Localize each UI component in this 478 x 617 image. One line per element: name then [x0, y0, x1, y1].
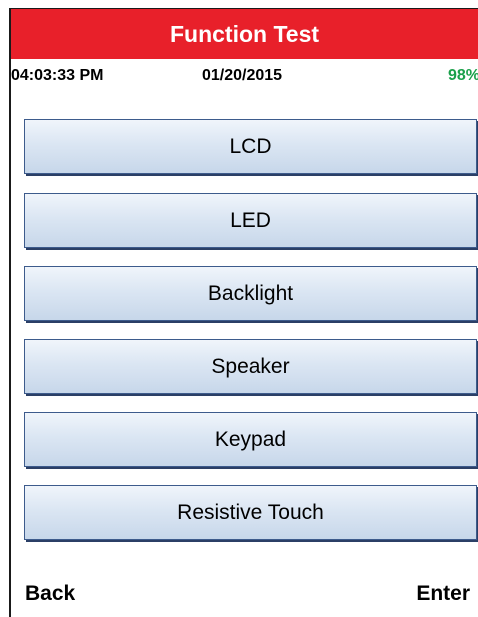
status-time: 04:03:33 PM [11, 67, 104, 84]
menu-item-label: Speaker [211, 354, 290, 378]
resistive-touch-test-button[interactable]: Resistive Touch [24, 485, 477, 540]
menu-item-label: Backlight [207, 281, 294, 305]
menu-item-label: LCD [229, 134, 272, 158]
backlight-test-button[interactable]: Backlight [24, 266, 477, 321]
device-screen: Function Test 04:03:33 PM 01/20/2015 98%… [9, 8, 478, 617]
status-date: 01/20/2015 [202, 67, 283, 84]
menu-item-label: LED [230, 208, 271, 232]
page-title: Function Test [169, 20, 320, 47]
enter-softkey[interactable]: Enter [416, 582, 470, 606]
speaker-test-button[interactable]: Speaker [24, 339, 477, 394]
battery-level: 98% [447, 67, 478, 84]
soft-key-bar: Back Enter [11, 582, 478, 612]
menu-item-label: Resistive Touch [177, 500, 324, 524]
back-softkey[interactable]: Back [25, 582, 75, 606]
title-bar: Function Test [11, 9, 478, 59]
lcd-test-button[interactable]: LCD [24, 119, 477, 174]
status-bar: 04:03:33 PM 01/20/2015 98% [11, 59, 478, 91]
keypad-test-button[interactable]: Keypad [24, 412, 477, 467]
led-test-button[interactable]: LED [24, 193, 477, 248]
menu-item-label: Keypad [214, 427, 287, 451]
